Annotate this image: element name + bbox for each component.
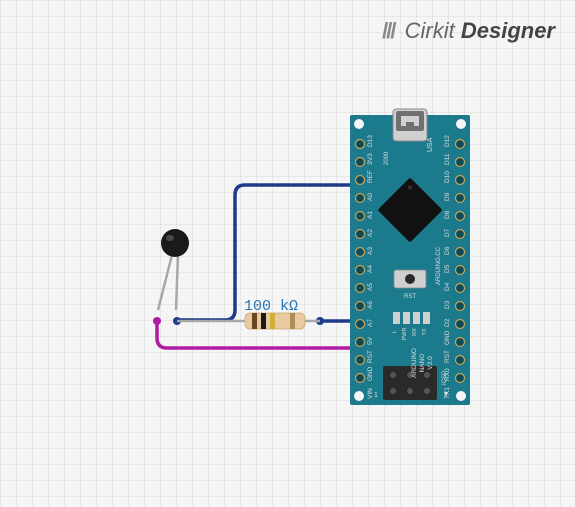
pin-labels-left: D13 3V3 REF A0 A1 A2 A3 A4 A5 A6 A7 5V R… bbox=[367, 135, 374, 399]
reset-button[interactable] bbox=[394, 270, 426, 288]
arduino-nano[interactable]: RST L PWR RX TX ICSP 1 D13 3V3 REF A0 A1… bbox=[350, 109, 470, 405]
year-label: 2009 bbox=[384, 151, 390, 165]
svg-text:D9: D9 bbox=[444, 192, 451, 201]
icsp-header bbox=[383, 366, 437, 400]
svg-text:TX1: TX1 bbox=[444, 387, 451, 399]
svg-text:D4: D4 bbox=[444, 282, 451, 291]
svg-text:A0: A0 bbox=[367, 193, 374, 201]
thermistor-highlight bbox=[166, 235, 174, 241]
resistor[interactable] bbox=[177, 313, 320, 329]
svg-text:D7: D7 bbox=[444, 228, 451, 237]
svg-text:D12: D12 bbox=[444, 135, 451, 147]
node-gnd bbox=[153, 317, 161, 325]
canvas[interactable]: RST L PWR RX TX ICSP 1 D13 3V3 REF A0 A1… bbox=[0, 0, 575, 507]
svg-text:D10: D10 bbox=[444, 171, 451, 183]
svg-text:RST: RST bbox=[444, 350, 451, 363]
thermistor[interactable] bbox=[158, 229, 189, 310]
resistor-band-2 bbox=[261, 313, 266, 329]
mfg-label: ARDUINO.CC bbox=[436, 246, 442, 285]
resistor-band-3 bbox=[270, 313, 275, 329]
svg-text:ARDUINO: ARDUINO bbox=[411, 348, 418, 378]
svg-text:GND: GND bbox=[444, 330, 451, 345]
svg-text:REF: REF bbox=[367, 170, 374, 183]
svg-text:A2: A2 bbox=[367, 229, 374, 237]
svg-text:D2: D2 bbox=[444, 318, 451, 327]
thermistor-body bbox=[161, 229, 189, 257]
resistor-band-1 bbox=[252, 313, 257, 329]
svg-text:D5: D5 bbox=[444, 264, 451, 273]
svg-text:D13: D13 bbox=[367, 135, 374, 147]
svg-text:5V: 5V bbox=[367, 336, 374, 345]
svg-text:D8: D8 bbox=[444, 210, 451, 219]
svg-text:NANO: NANO bbox=[419, 354, 426, 373]
svg-text:RX0: RX0 bbox=[444, 368, 451, 381]
wire-a0-sensor bbox=[177, 185, 358, 320]
svg-text:TX: TX bbox=[422, 328, 428, 335]
svg-text:A3: A3 bbox=[367, 247, 374, 255]
thermistor-lead-1 bbox=[158, 255, 172, 310]
svg-text:RX: RX bbox=[412, 328, 418, 336]
svg-text:VIN: VIN bbox=[367, 388, 374, 399]
svg-text:A5: A5 bbox=[367, 283, 374, 291]
svg-text:GND: GND bbox=[367, 366, 374, 381]
svg-text:A4: A4 bbox=[367, 265, 374, 273]
thermistor-lead-2 bbox=[176, 255, 178, 310]
svg-text:PWR: PWR bbox=[402, 328, 408, 341]
svg-text:A1: A1 bbox=[367, 211, 374, 219]
pin-labels-right: D12 D11 D10 D9 D8 D7 D6 D5 D4 D3 D2 GND … bbox=[444, 135, 451, 399]
svg-text:D11: D11 bbox=[444, 153, 451, 165]
svg-text:A6: A6 bbox=[367, 301, 374, 309]
svg-text:3V3: 3V3 bbox=[367, 153, 374, 165]
pin1-label: 1 bbox=[374, 392, 378, 399]
region-label: USA bbox=[427, 137, 434, 152]
reset-label: RST bbox=[404, 294, 416, 300]
svg-text:V3.0: V3.0 bbox=[427, 356, 434, 370]
svg-text:RST: RST bbox=[367, 350, 374, 363]
svg-text:L: L bbox=[392, 330, 398, 333]
svg-text:D6: D6 bbox=[444, 246, 451, 255]
svg-text:D3: D3 bbox=[444, 300, 451, 309]
svg-text:A7: A7 bbox=[367, 319, 374, 327]
resistor-band-4 bbox=[290, 313, 295, 329]
